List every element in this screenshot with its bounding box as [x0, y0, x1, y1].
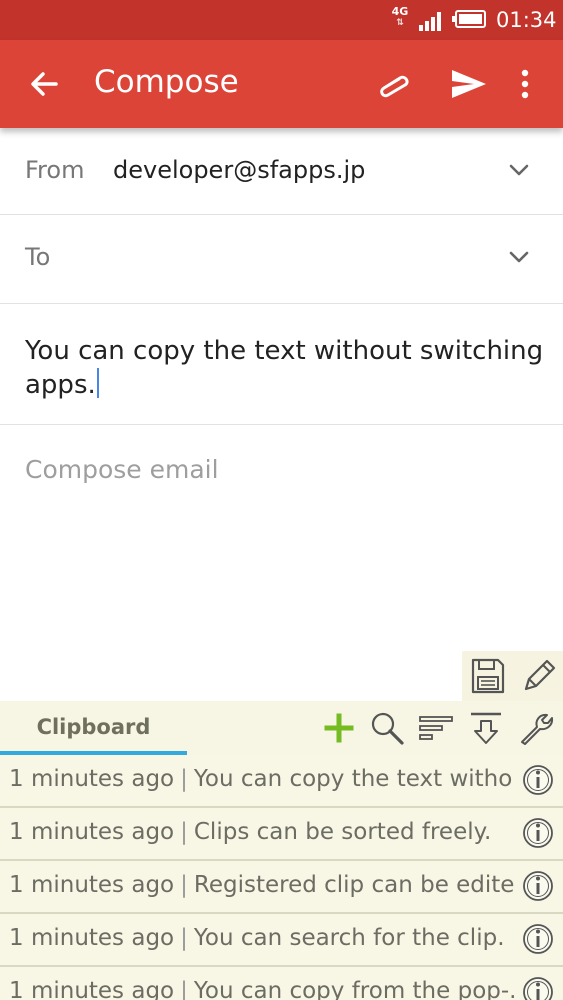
move-bottom-icon[interactable] [467, 709, 505, 747]
clip-separator: | [180, 819, 188, 845]
info-icon[interactable] [522, 764, 554, 796]
list-item[interactable]: 1 minutes ago | Clips can be sorted freely… [0, 808, 563, 862]
clip-separator: | [180, 925, 188, 951]
clip-text-line: 1 minutes ago | You can copy from the pop-… [9, 978, 514, 1000]
tab-clipboard-label: Clipboard [36, 715, 151, 739]
page-title: Compose [94, 64, 239, 100]
clip-text-line: 1 minutes ago | Clips can be sorted freely… [9, 819, 514, 845]
info-icon[interactable] [522, 870, 554, 902]
wrench-icon[interactable] [517, 709, 555, 747]
add-icon[interactable] [320, 709, 358, 747]
from-label: From [25, 156, 85, 184]
clip-time: 1 minutes ago [9, 819, 175, 845]
clipboard-toolbar: Clipboard [0, 701, 563, 755]
info-icon[interactable] [522, 923, 554, 955]
from-value[interactable]: developer@sfapps.jp [113, 156, 365, 184]
attach-icon[interactable] [374, 66, 414, 102]
clipboard-tool-tab [462, 651, 563, 701]
network-indicator: 4G ⇅ [389, 5, 411, 29]
chevron-down-icon[interactable] [505, 245, 533, 269]
clip-text: Clips can be sorted freely. [193, 819, 492, 845]
status-bar: 4G ⇅ 01:34 [0, 0, 563, 40]
clip-text: You can search for the clip. [193, 925, 505, 951]
list-item[interactable]: 1 minutes ago | You can search for the cli… [0, 914, 563, 968]
to-row[interactable]: To [0, 215, 563, 304]
search-icon[interactable] [368, 709, 406, 747]
clip-separator: | [180, 872, 188, 898]
clip-text-line: 1 minutes ago | You can search for the cli… [9, 925, 514, 951]
list-item[interactable]: 1 minutes ago | Registered clip can be edi… [0, 861, 563, 915]
back-arrow-icon[interactable] [26, 66, 62, 102]
clip-time: 1 minutes ago [9, 872, 175, 898]
pencil-icon[interactable] [518, 655, 558, 695]
compose-email-field[interactable]: Compose email [25, 455, 219, 484]
more-vert-icon[interactable] [514, 64, 536, 104]
subject-field[interactable]: You can copy the text without switching … [0, 304, 563, 425]
subject-text: You can copy the text without switching … [25, 336, 544, 400]
clip-time: 1 minutes ago [9, 925, 175, 951]
clip-text-line: 1 minutes ago | Registered clip can be edi… [9, 872, 514, 898]
sort-icon[interactable] [417, 709, 455, 747]
data-arrows-icon: ⇅ [396, 18, 404, 28]
clip-text: Registered clip can be edite... [193, 872, 514, 898]
clip-text-line: 1 minutes ago | You can copy the text with… [9, 766, 514, 792]
tab-clipboard[interactable]: Clipboard [0, 701, 187, 755]
battery-icon [452, 10, 486, 28]
text-cursor [96, 368, 99, 398]
send-icon[interactable] [448, 64, 490, 104]
to-label: To [25, 243, 51, 271]
list-item[interactable]: 1 minutes ago | You can copy the text with… [0, 755, 563, 809]
status-time: 01:34 [496, 8, 557, 32]
clip-separator: | [180, 978, 188, 1000]
chevron-down-icon[interactable] [505, 158, 533, 182]
clip-text: You can copy from the pop-... [193, 978, 514, 1000]
app-bar: Compose [0, 40, 563, 128]
from-row[interactable]: From developer@sfapps.jp [0, 128, 563, 215]
list-item[interactable]: 1 minutes ago | You can copy from the pop-… [0, 967, 563, 1000]
signal-icon [419, 12, 441, 31]
clip-time: 1 minutes ago [9, 766, 175, 792]
clipboard-list: 1 minutes ago | You can copy the text with… [0, 755, 563, 1000]
info-icon[interactable] [522, 976, 554, 1000]
clip-text: You can copy the text witho... [193, 766, 514, 792]
subject-text-wrap[interactable]: You can copy the text without switching … [25, 334, 545, 402]
clip-separator: | [180, 766, 188, 792]
save-icon[interactable] [470, 657, 506, 695]
info-icon[interactable] [522, 817, 554, 849]
clip-time: 1 minutes ago [9, 978, 175, 1000]
network-type: 4G [391, 5, 409, 18]
